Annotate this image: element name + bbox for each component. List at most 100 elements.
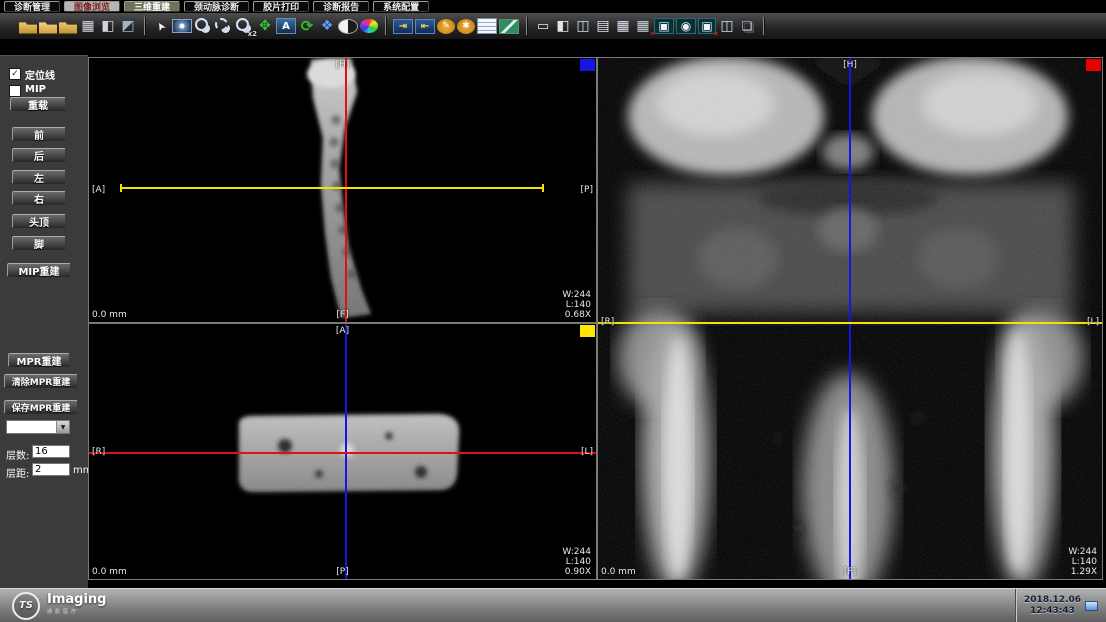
orientation-bottom-label: [P]	[336, 567, 348, 577]
layout-single-icon[interactable]: ▭	[534, 18, 552, 35]
right-button[interactable]: 右	[12, 191, 66, 205]
refresh-icon[interactable]: ⟳	[298, 18, 316, 35]
layout-browser-icon[interactable]: ◧	[554, 18, 572, 35]
axial-viewport[interactable]: [A] [R] [L] [P] 0.0 mm W:244 L:140 0.90X	[88, 323, 597, 580]
crosshair-vertical-blue[interactable]	[849, 58, 851, 579]
brand-block: Imaging 通影医疗	[47, 594, 106, 618]
window-value: W:244	[562, 290, 591, 300]
save-image-icon[interactable]	[499, 19, 519, 34]
crosshair-horizontal-yellow[interactable]	[598, 322, 1102, 324]
orientation-bottom-label: [F]	[844, 567, 856, 577]
orientation-top-label: [H]	[843, 60, 857, 70]
spacing-input[interactable]	[32, 463, 70, 476]
cube-3d-icon[interactable]: ◩	[119, 18, 137, 35]
zoom-in-icon[interactable]	[195, 18, 208, 31]
zoom-region-icon[interactable]	[215, 18, 228, 31]
crosshair-horizontal-yellow[interactable]	[121, 187, 543, 189]
back-button[interactable]: 后	[12, 148, 66, 162]
crosshair-horizontal-red[interactable]	[89, 452, 596, 454]
status-time: 12:43:43	[1030, 606, 1075, 617]
mpr-workstation: 诊断管理 图像浏览 三维重建 颈动脉诊断 胶片打印 诊断报告 系统配置 ▦ ◧ …	[0, 0, 1106, 622]
worklist-grid-icon[interactable]: ▦	[79, 18, 97, 35]
clear-view-icon[interactable]: ▦ ✕	[634, 18, 652, 35]
control-sidebar: ✓ 定位线 MIP 重载 前 后 左 右 头顶 脚 MIP重建 MPR重建 清除…	[0, 55, 88, 589]
tab-3d-reconstruction[interactable]: 三维重建	[124, 1, 180, 12]
mpr-series-dropdown[interactable]: ▼	[6, 420, 70, 434]
mpr-rebuild-button[interactable]: MPR重建	[8, 353, 70, 367]
orientation-right-label: [L]	[1087, 317, 1099, 327]
mpr-clear-button[interactable]: 清除MPR重建	[4, 374, 78, 388]
split-vertical-icon[interactable]: ◫	[718, 18, 736, 35]
layout-2x2-icon[interactable]: ▦	[614, 18, 632, 35]
image-stack-icon[interactable]: ❏	[738, 18, 756, 35]
delete-shape-icon[interactable]: ▣ ✕	[698, 18, 716, 35]
zoom-x2-icon[interactable]: x2	[234, 18, 254, 35]
head-top-button[interactable]: 头顶	[12, 214, 66, 228]
layers-input[interactable]	[32, 445, 70, 458]
active-marker-blue[interactable]	[580, 59, 595, 71]
datetime-panel: 2018.12.06 12:43:43	[1015, 589, 1106, 622]
scale-readout: 0.0 mm	[601, 567, 636, 577]
viewport-area: [H] [A] [P] [F] 0.0 mm W:244 L:140 0.68X	[88, 40, 1106, 588]
window-value: W:244	[1068, 547, 1097, 557]
orientation-left-label: [R]	[92, 447, 105, 457]
mip-checkbox[interactable]	[9, 85, 21, 97]
scale-readout: 0.0 mm	[92, 567, 127, 577]
level-value: L:140	[562, 557, 591, 567]
tab-carotid-diagnosis[interactable]: 颈动脉诊断	[184, 1, 249, 12]
crosshair-vertical-red[interactable]	[345, 58, 347, 322]
localizer-checkbox[interactable]: ✓	[9, 68, 21, 80]
mpr-save-button[interactable]: 保存MPR重建	[4, 400, 78, 414]
layout-2col-icon[interactable]: ◫	[574, 18, 592, 35]
left-button[interactable]: 左	[12, 170, 66, 184]
toolbar-separator	[385, 17, 386, 35]
tools-icon[interactable]: ✱	[457, 19, 475, 34]
measure-pencil-icon[interactable]: ✎	[437, 19, 455, 34]
tab-diagnosis-manage[interactable]: 诊断管理	[4, 1, 60, 12]
color-palette-icon[interactable]	[360, 19, 378, 33]
reload-button[interactable]: 重载	[10, 97, 66, 111]
mip-checkbox-label: MIP	[25, 84, 46, 95]
orientation-right-label: [L]	[581, 447, 593, 457]
crosshair-end-tick[interactable]	[542, 184, 544, 192]
layout-2row-icon[interactable]: ▤	[594, 18, 612, 35]
toolbar-separator	[763, 17, 764, 35]
import-series-icon[interactable]: ⇥	[393, 19, 413, 34]
crosshair-end-tick[interactable]	[120, 184, 122, 192]
report-document-icon[interactable]	[477, 18, 497, 34]
open-patient-folder-icon[interactable]	[39, 21, 57, 34]
window-level-readout: W:244 L:140 1.29X	[1068, 547, 1097, 577]
export-series-icon[interactable]: ⇤	[415, 19, 435, 34]
mip-circle-icon[interactable]: ◉	[676, 18, 696, 34]
scale-readout: 0.0 mm	[92, 310, 127, 320]
mip-square-icon[interactable]: ▣	[654, 18, 674, 34]
pan-icon[interactable]: ✥	[256, 18, 274, 35]
front-button[interactable]: 前	[12, 127, 66, 141]
sagittal-viewport[interactable]: [H] [A] [P] [F] 0.0 mm W:244 L:140 0.68X	[88, 57, 597, 323]
brand-name: Imaging	[47, 594, 106, 606]
active-marker-red[interactable]	[1086, 59, 1101, 71]
tab-system-config[interactable]: 系统配置	[373, 1, 429, 12]
window-value: W:244	[562, 547, 591, 557]
coronal-viewport[interactable]: [H] [R] [L] [F] 0.0 mm W:244 L:140 1.29X	[597, 57, 1103, 580]
annotation-a-icon[interactable]: A	[276, 18, 296, 34]
window-level-icon[interactable]	[172, 19, 192, 33]
open-image-folder-icon[interactable]	[59, 21, 77, 34]
window-level-readout: W:244 L:140 0.90X	[562, 547, 591, 577]
foot-button[interactable]: 脚	[12, 236, 66, 250]
tab-diagnosis-report[interactable]: 诊断报告	[313, 1, 369, 12]
orientation-bottom-label: [F]	[336, 310, 348, 320]
tab-film-print[interactable]: 胶片打印	[253, 1, 309, 12]
open-study-folder-icon[interactable]	[19, 21, 37, 34]
fit-screen-icon[interactable]: ❖	[318, 18, 336, 35]
active-marker-yellow[interactable]	[580, 325, 595, 337]
invert-contrast-icon[interactable]	[338, 19, 358, 34]
window-level-readout: W:244 L:140 0.68X	[562, 290, 591, 320]
tab-image-browse[interactable]: 图像浏览	[64, 1, 120, 12]
level-value: L:140	[1068, 557, 1097, 567]
zoom-value: 0.90X	[562, 567, 591, 577]
cursor-icon[interactable]: ➤	[149, 14, 173, 38]
panel-layout-icon[interactable]: ◧	[99, 18, 117, 35]
mip-rebuild-button[interactable]: MIP重建	[7, 263, 71, 277]
sagittal-image	[89, 58, 596, 322]
